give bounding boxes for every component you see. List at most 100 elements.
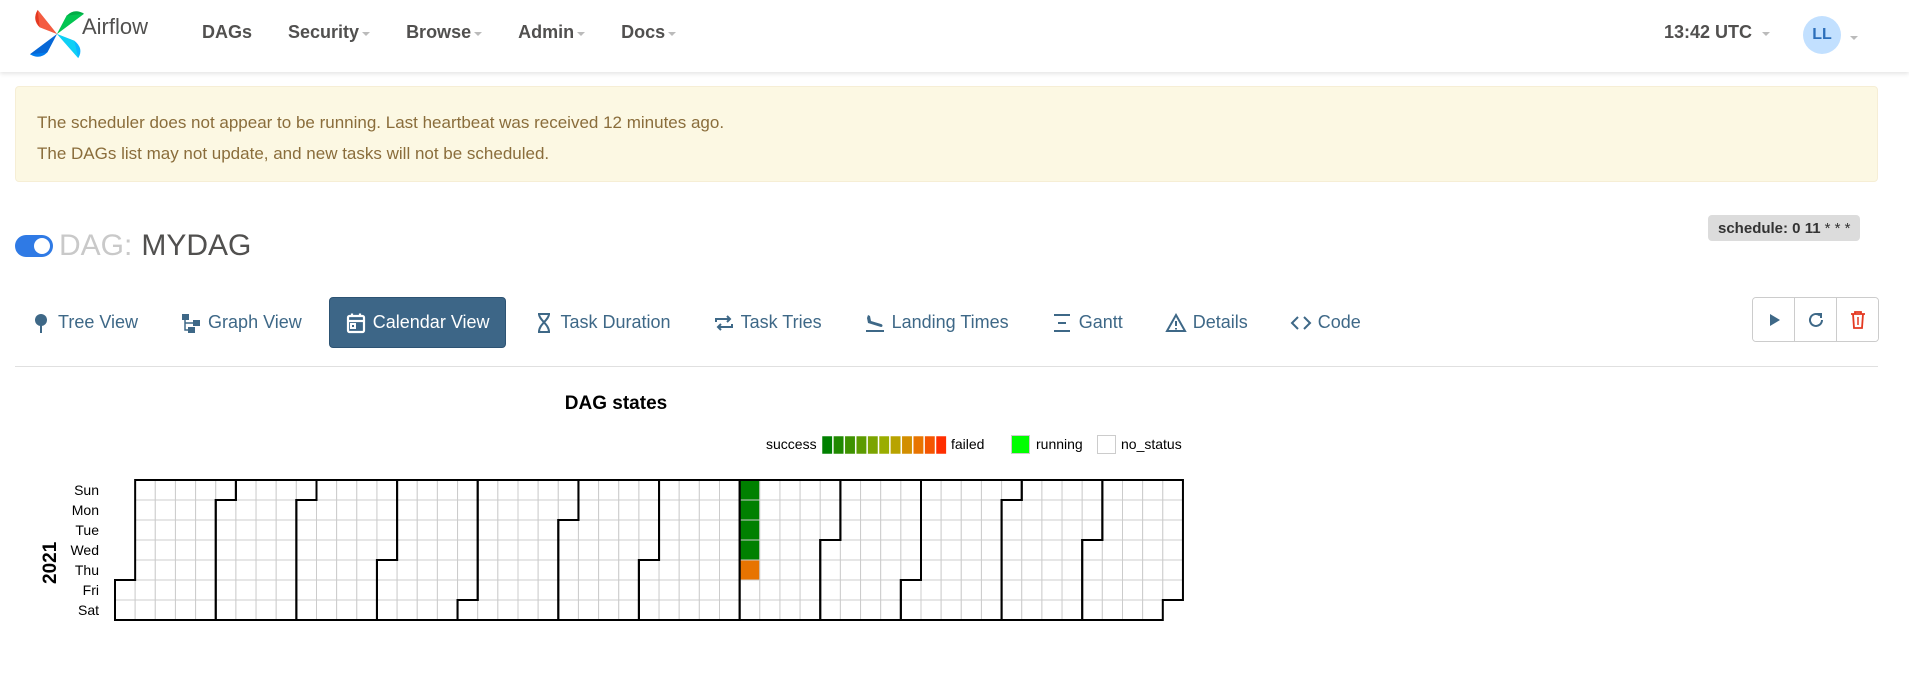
calendar-day-cell[interactable] — [880, 599, 902, 621]
calendar-day-cell[interactable] — [134, 559, 156, 581]
calendar-day-cell[interactable] — [436, 539, 459, 561]
calendar-day-cell[interactable] — [154, 539, 176, 561]
calendar-day-cell[interactable] — [1021, 599, 1043, 621]
calendar-day-cell[interactable] — [598, 539, 620, 561]
calendar-day-cell[interactable] — [134, 479, 156, 501]
nav-security[interactable]: Security — [288, 22, 371, 43]
calendar-day-cell[interactable] — [1101, 559, 1123, 581]
calendar-day-cell[interactable] — [860, 579, 882, 601]
calendar-day-cell[interactable] — [960, 559, 982, 581]
calendar-day-cell[interactable] — [316, 479, 338, 501]
calendar-day-cell[interactable] — [114, 599, 136, 621]
calendar-day-cell[interactable] — [1081, 539, 1103, 561]
calendar-day-cell[interactable] — [698, 559, 720, 581]
calendar-day-cell[interactable] — [1162, 519, 1184, 541]
calendar-day-cell[interactable] — [1101, 479, 1123, 501]
calendar-day-cell[interactable] — [1061, 599, 1083, 621]
calendar-day-cell[interactable] — [557, 599, 579, 621]
calendar-day-cell[interactable] — [295, 499, 318, 521]
calendar-day-cell[interactable] — [235, 519, 257, 541]
calendar-day-cell[interactable] — [799, 479, 821, 501]
calendar-day-cell[interactable] — [598, 599, 620, 621]
calendar-day-cell[interactable] — [195, 539, 217, 561]
calendar-day-cell[interactable] — [1001, 519, 1023, 541]
calendar-day-cell[interactable] — [1122, 579, 1144, 601]
calendar-day-cell[interactable] — [275, 479, 297, 501]
calendar-day-cell[interactable] — [477, 479, 499, 501]
calendar-day-cell[interactable] — [839, 579, 862, 601]
calendar-day-cell[interactable] — [497, 579, 519, 601]
calendar-day-cell[interactable] — [618, 539, 640, 561]
calendar-day-cell[interactable] — [174, 479, 197, 501]
calendar-day-cell[interactable] — [678, 539, 700, 561]
calendar-day-cell[interactable] — [457, 599, 479, 621]
trigger-dag-button[interactable] — [1753, 298, 1795, 341]
calendar-day-cell[interactable] — [457, 559, 479, 581]
calendar-day-cell[interactable] — [658, 599, 680, 621]
calendar-day-cell[interactable] — [577, 539, 600, 561]
calendar-day-cell[interactable] — [1061, 579, 1083, 601]
calendar-day-cell[interactable] — [779, 519, 801, 541]
calendar-day-cell[interactable] — [980, 499, 1003, 521]
calendar-day-cell[interactable] — [517, 559, 539, 581]
calendar-day-cell[interactable] — [1021, 579, 1043, 601]
calendar-day-cell[interactable] — [316, 519, 338, 541]
calendar-day-cell[interactable] — [174, 579, 197, 601]
calendar-day-cell[interactable] — [477, 539, 499, 561]
calendar-day-cell[interactable] — [880, 539, 902, 561]
calendar-day-cell[interactable] — [1162, 579, 1184, 601]
calendar-day-cell[interactable] — [477, 559, 499, 581]
calendar-day-cell[interactable] — [255, 539, 277, 561]
calendar-day-cell[interactable] — [779, 559, 801, 581]
calendar-day-cell[interactable] — [940, 499, 962, 521]
calendar-day-cell[interactable] — [1001, 479, 1023, 501]
calendar-day-cell[interactable] — [759, 499, 781, 521]
calendar-day-cell[interactable] — [880, 559, 902, 581]
calendar-day-cell[interactable] — [1001, 559, 1023, 581]
calendar-day-cell[interactable] — [517, 499, 539, 521]
calendar-day-cell[interactable] — [195, 579, 217, 601]
calendar-day-cell[interactable] — [698, 499, 720, 521]
calendar-day-cell[interactable] — [215, 579, 237, 601]
calendar-day-cell[interactable] — [920, 499, 942, 521]
calendar-day-cell[interactable] — [275, 519, 297, 541]
calendar-day-cell[interactable] — [416, 479, 438, 501]
calendar-day-cell[interactable] — [1142, 499, 1164, 521]
calendar-day-cell[interactable] — [799, 539, 821, 561]
calendar-day-cell[interactable] — [537, 479, 559, 501]
calendar-day-cell[interactable] — [940, 599, 962, 621]
calendar-day-cell[interactable] — [940, 519, 962, 541]
calendar-day-cell[interactable] — [658, 579, 680, 601]
calendar-day-cell[interactable] — [920, 519, 942, 541]
calendar-day-cell[interactable] — [215, 499, 237, 521]
calendar-day-cell[interactable] — [819, 479, 841, 501]
calendar-day-cell[interactable] — [678, 479, 700, 501]
calendar-day-cell[interactable] — [577, 579, 600, 601]
calendar-day-cell[interactable] — [497, 559, 519, 581]
calendar-day-cell[interactable] — [376, 499, 398, 521]
calendar-day-cell[interactable] — [1041, 499, 1063, 521]
calendar-day-cell[interactable] — [678, 499, 700, 521]
calendar-day-cell[interactable] — [638, 559, 660, 581]
calendar-day-cell[interactable] — [316, 579, 338, 601]
calendar-day-cell[interactable] — [1081, 519, 1103, 541]
calendar-day-cell[interactable] — [618, 579, 640, 601]
calendar-day-cell[interactable] — [980, 519, 1003, 541]
calendar-day-cell[interactable] — [517, 519, 539, 541]
calendar-day-cell[interactable] — [900, 539, 922, 561]
calendar-day-cell[interactable] — [819, 519, 841, 541]
calendar-day-cell[interactable] — [960, 519, 982, 541]
calendar-day-cell[interactable] — [779, 499, 801, 521]
calendar-day-cell[interactable] — [900, 559, 922, 581]
calendar-day-cell[interactable] — [819, 559, 841, 581]
calendar-day-cell[interactable] — [940, 579, 962, 601]
calendar-day-cell[interactable] — [900, 599, 922, 621]
calendar-day-cell[interactable] — [1021, 499, 1043, 521]
calendar-day-cell[interactable] — [860, 499, 882, 521]
calendar-day-cell[interactable] — [839, 519, 862, 541]
calendar-day-cell[interactable] — [497, 479, 519, 501]
calendar-day-cell[interactable] — [980, 539, 1003, 561]
calendar-day-cell[interactable] — [1122, 539, 1144, 561]
calendar-day-cell[interactable] — [860, 539, 882, 561]
calendar-day-cell[interactable] — [638, 599, 660, 621]
